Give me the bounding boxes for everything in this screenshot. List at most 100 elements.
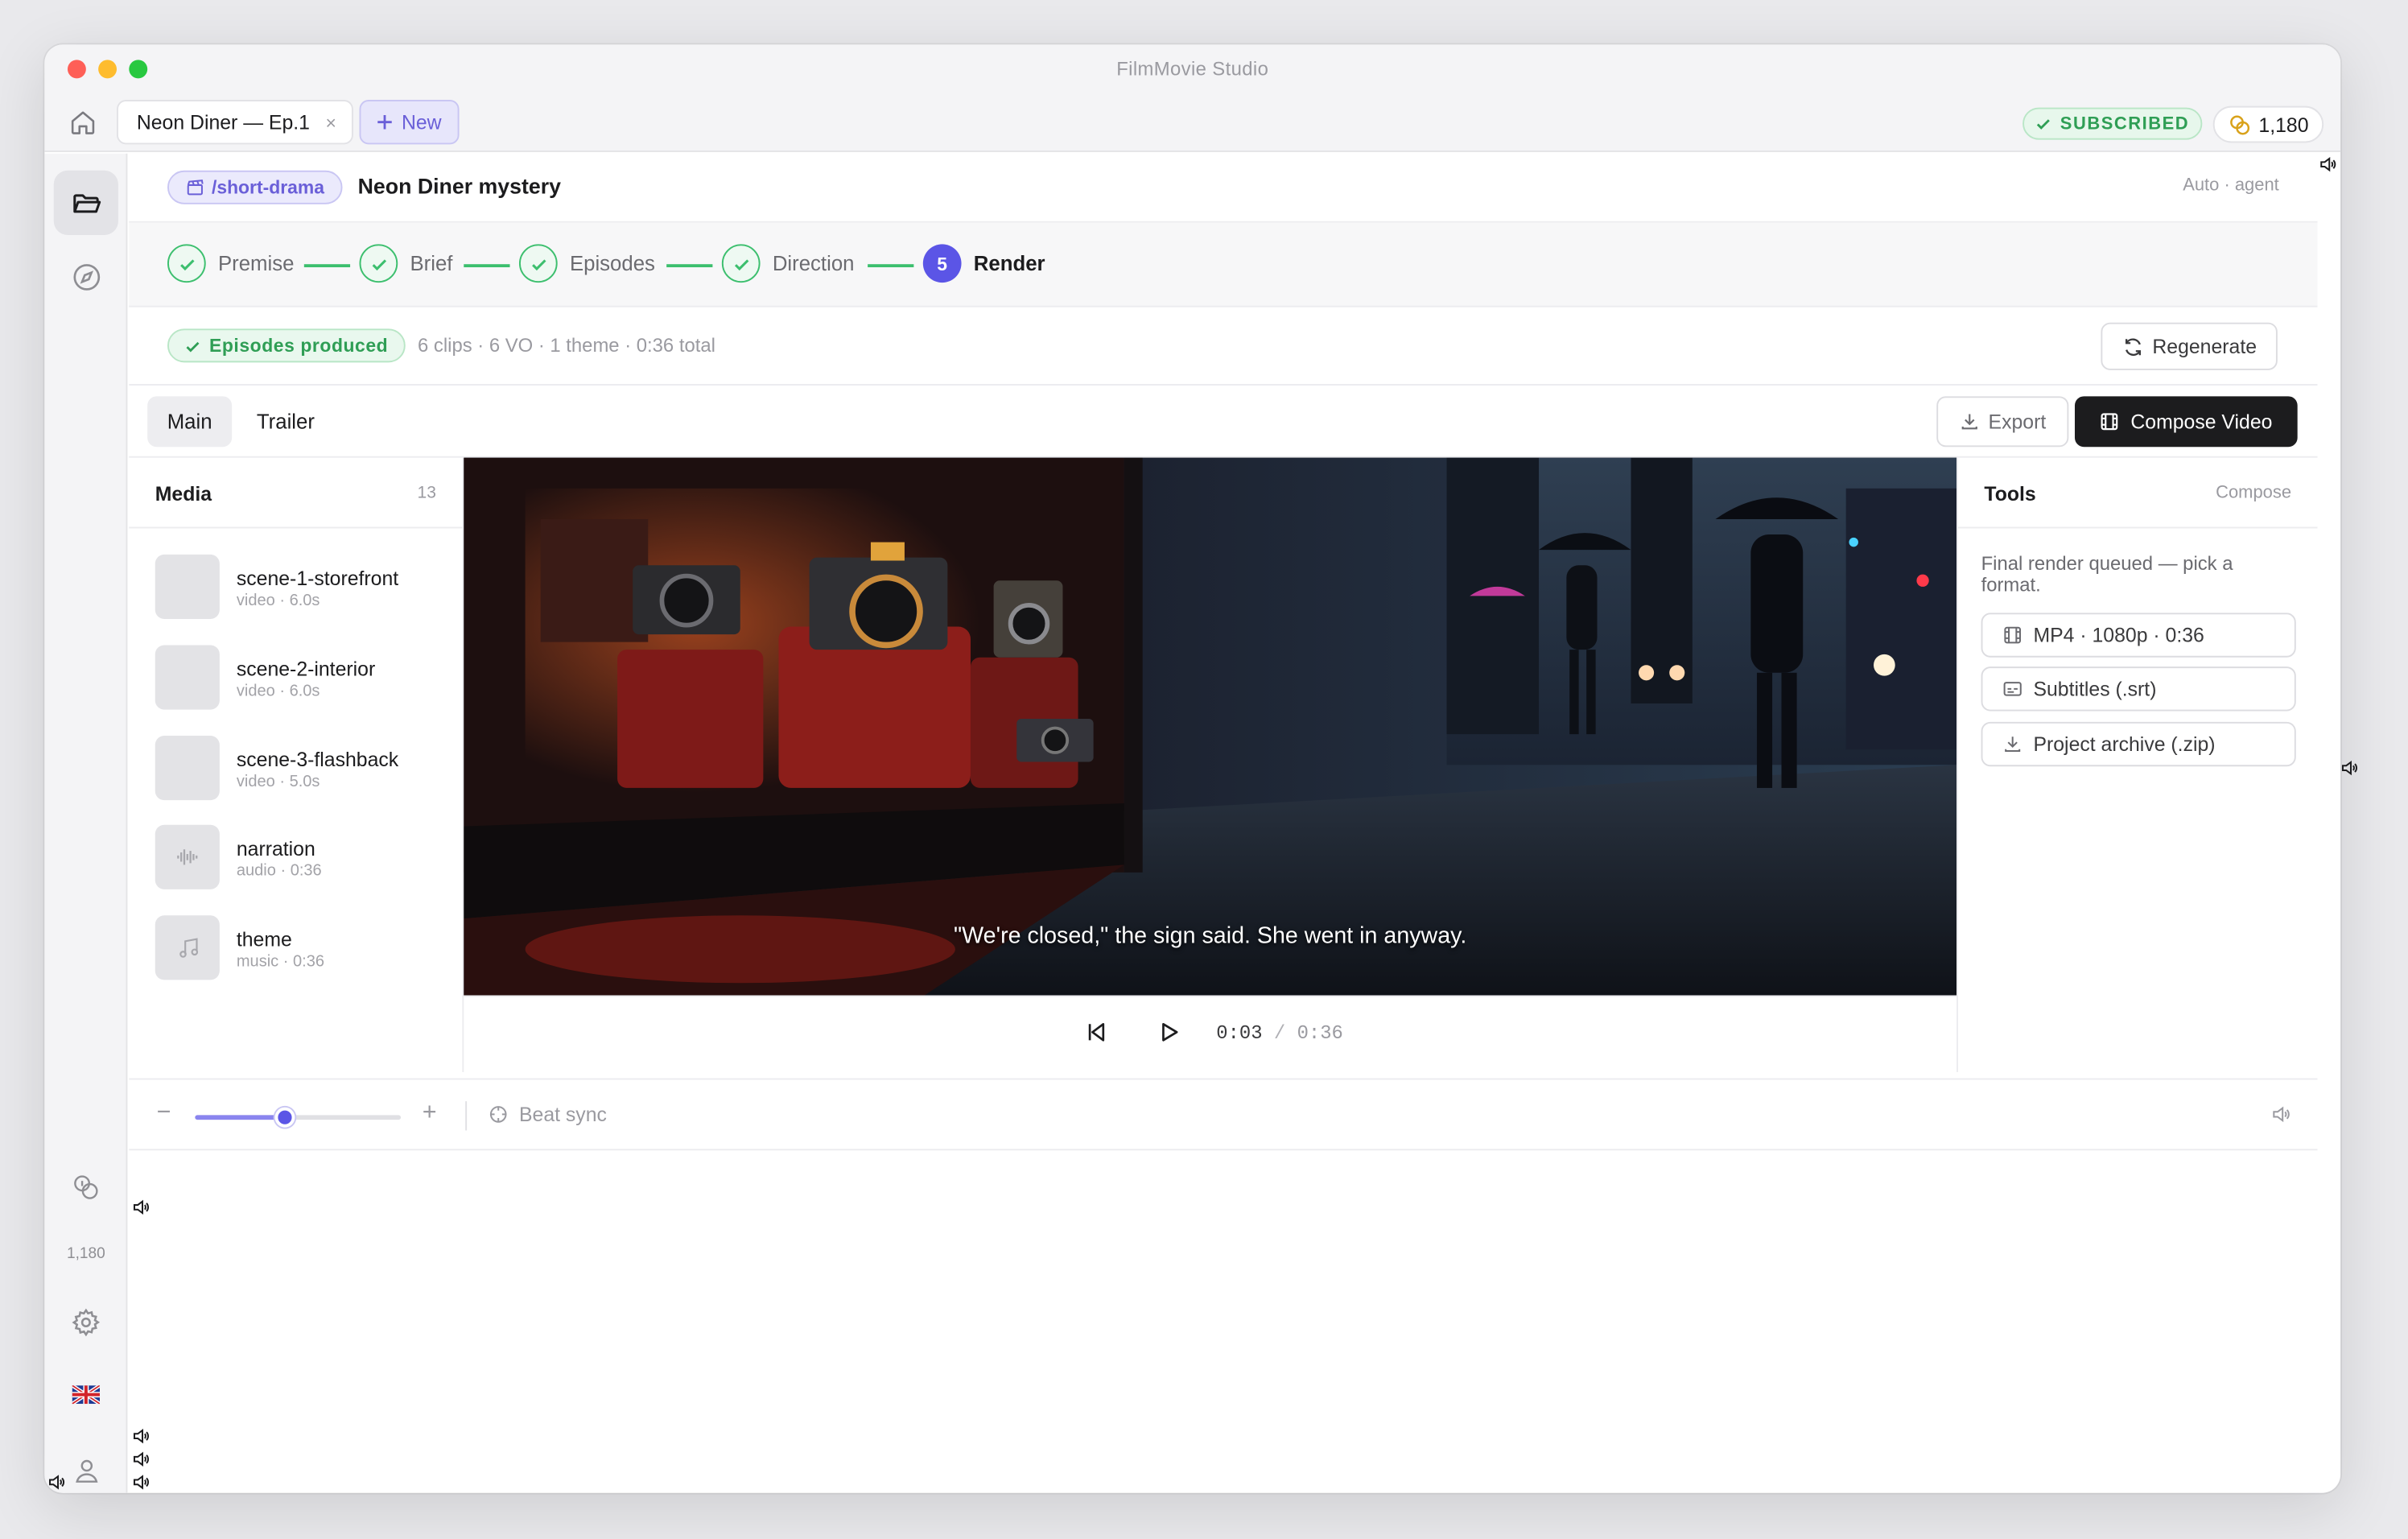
close-window-button[interactable] bbox=[67, 60, 86, 79]
compass-icon bbox=[72, 263, 100, 290]
home-button[interactable] bbox=[66, 106, 100, 140]
zoom-slider-handle[interactable] bbox=[275, 1107, 296, 1128]
format-subtitles-button[interactable]: Subtitles (.srt) bbox=[1981, 666, 2296, 712]
check-icon bbox=[721, 244, 761, 283]
speaker-icon[interactable] bbox=[2340, 759, 2359, 778]
sidebar-item-projects[interactable] bbox=[53, 170, 118, 235]
check-icon bbox=[2037, 119, 2051, 130]
music-note-icon bbox=[155, 915, 220, 980]
sidebar-item-language[interactable] bbox=[54, 1363, 118, 1427]
track-speaker-icon[interactable] bbox=[132, 1450, 150, 1468]
media-item[interactable]: narration audio · 0:36 bbox=[155, 824, 447, 889]
media-item[interactable]: theme music · 0:36 bbox=[155, 915, 447, 980]
step-brief[interactable]: Brief bbox=[359, 244, 452, 283]
waveform-icon bbox=[155, 824, 220, 889]
track-speaker-icon[interactable] bbox=[132, 1198, 150, 1216]
toolbar-divider bbox=[465, 1101, 468, 1131]
sidebar-item-settings[interactable] bbox=[54, 1290, 118, 1355]
coins-icon bbox=[74, 1175, 98, 1199]
compose-video-button[interactable]: Compose Video bbox=[2074, 396, 2298, 448]
track-speaker-icon[interactable] bbox=[132, 1427, 150, 1446]
view-tabs: Main Trailer Export Compose Video bbox=[129, 386, 2318, 458]
step-connector bbox=[666, 264, 713, 268]
tab-bar: Neon Diner — Ep.1 × New SUBSCRIBED 1,180 bbox=[44, 93, 2341, 152]
crosshair-icon bbox=[489, 1106, 507, 1123]
uk-flag-icon bbox=[72, 1385, 101, 1405]
skip-back-button[interactable] bbox=[1086, 1021, 1107, 1050]
project-title: Neon Diner mystery bbox=[357, 173, 562, 199]
sidebar-item-credits[interactable] bbox=[54, 1166, 118, 1208]
home-icon bbox=[71, 111, 95, 134]
video-thumbnail bbox=[155, 554, 220, 620]
playback-controls: 0:03 / 0:36 bbox=[464, 995, 1957, 1072]
step-render[interactable]: 5 Render bbox=[922, 244, 1045, 283]
new-tab-button[interactable]: New bbox=[359, 100, 460, 145]
tab-trailer[interactable]: Trailer bbox=[240, 396, 332, 447]
render-note: Final render queued — pick a format. bbox=[1981, 552, 2233, 596]
media-title: Media bbox=[155, 482, 212, 505]
sidebar-item-explore[interactable] bbox=[54, 244, 118, 308]
tools-panel: Tools Compose Final render queued — pick… bbox=[1956, 457, 2318, 1072]
step-number: 5 bbox=[922, 244, 962, 283]
coins-icon bbox=[2229, 114, 2249, 134]
app-window: FilmMovie Studio Neon Diner — Ep.1 × New… bbox=[44, 44, 2341, 1493]
user-icon bbox=[75, 1459, 97, 1482]
media-item[interactable]: scene-3-flashback video · 5.0s bbox=[155, 736, 447, 801]
zoom-out-button[interactable]: − bbox=[157, 1100, 171, 1127]
refresh-icon bbox=[2125, 337, 2141, 356]
credits-chip[interactable]: 1,180 bbox=[2212, 105, 2324, 143]
project-header: /short-drama Neon Diner mystery Auto · a… bbox=[129, 154, 2318, 223]
regenerate-button[interactable]: Regenerate bbox=[2101, 322, 2278, 370]
total-time: 0:36 bbox=[1297, 1022, 1343, 1045]
tab-project[interactable]: Neon Diner — Ep.1 × bbox=[117, 100, 353, 145]
media-item[interactable]: scene-1-storefront video · 6.0s bbox=[155, 554, 447, 620]
download-icon bbox=[2005, 736, 2021, 753]
play-icon bbox=[1162, 1022, 1178, 1042]
step-connector bbox=[303, 264, 351, 268]
folder-open-icon bbox=[72, 193, 101, 212]
beat-sync-toggle[interactable]: Beat sync bbox=[489, 1103, 607, 1126]
zoom-window-button[interactable] bbox=[129, 60, 148, 79]
track-speaker-icon[interactable] bbox=[132, 1473, 150, 1492]
media-header: Media 13 bbox=[129, 458, 463, 529]
step-episodes[interactable]: Episodes bbox=[518, 244, 655, 283]
window-title: FilmMovie Studio bbox=[1116, 58, 1269, 80]
video-preview[interactable]: "We're closed," the sign said. She went … bbox=[464, 457, 1957, 996]
timeline-volume-button[interactable] bbox=[2271, 1104, 2291, 1132]
tools-mode[interactable]: Compose bbox=[2216, 484, 2291, 502]
media-panel: Media 13 scene-1-storefront video · 6.0s… bbox=[129, 457, 464, 1072]
step-direction[interactable]: Direction bbox=[721, 244, 854, 283]
zoom-in-button[interactable]: + bbox=[423, 1100, 437, 1127]
mode-label: Auto · agent bbox=[2183, 176, 2279, 196]
media-count: 13 bbox=[417, 484, 436, 502]
plus-icon bbox=[378, 114, 393, 130]
minimize-window-button[interactable] bbox=[98, 60, 118, 79]
format-mp4-button[interactable]: MP4 · 1080p · 0:36 bbox=[1981, 613, 2296, 658]
subscription-badge: SUBSCRIBED bbox=[2022, 107, 2203, 140]
play-button[interactable] bbox=[1158, 1021, 1180, 1050]
episodes-produced-badge: Episodes produced bbox=[167, 328, 406, 363]
format-archive-button[interactable]: Project archive (.zip) bbox=[1981, 721, 2296, 767]
command-chip[interactable]: /short-drama bbox=[167, 170, 343, 204]
new-tab-label: New bbox=[401, 110, 442, 134]
export-button[interactable]: Export bbox=[1936, 396, 2069, 448]
video-subtitle: "We're closed," the sign said. She went … bbox=[954, 922, 1467, 950]
step-premise[interactable]: Premise bbox=[167, 244, 294, 283]
status-row: Episodes produced 6 clips · 6 VO · 1 the… bbox=[129, 307, 2318, 386]
download-icon bbox=[1961, 414, 1977, 430]
tab-close-icon[interactable]: × bbox=[326, 112, 336, 134]
video-thumbnail bbox=[155, 645, 220, 710]
zoom-slider[interactable] bbox=[195, 1107, 402, 1128]
speaker-icon bbox=[2273, 1106, 2290, 1123]
check-icon bbox=[359, 244, 398, 283]
media-item[interactable]: scene-2-interior video · 6.0s bbox=[155, 645, 447, 710]
speaker-icon[interactable] bbox=[47, 1473, 66, 1492]
zoom-slider-fill bbox=[195, 1115, 286, 1120]
step-connector bbox=[868, 264, 914, 268]
speaker-icon[interactable] bbox=[2319, 155, 2337, 174]
workflow-stepper: Premise Brief Episodes Direction 5 Rende… bbox=[129, 222, 2318, 307]
tab-main[interactable]: Main bbox=[147, 396, 233, 448]
tools-header: Tools Compose bbox=[1957, 458, 2318, 529]
check-icon bbox=[186, 340, 200, 352]
traffic-lights bbox=[67, 60, 148, 79]
